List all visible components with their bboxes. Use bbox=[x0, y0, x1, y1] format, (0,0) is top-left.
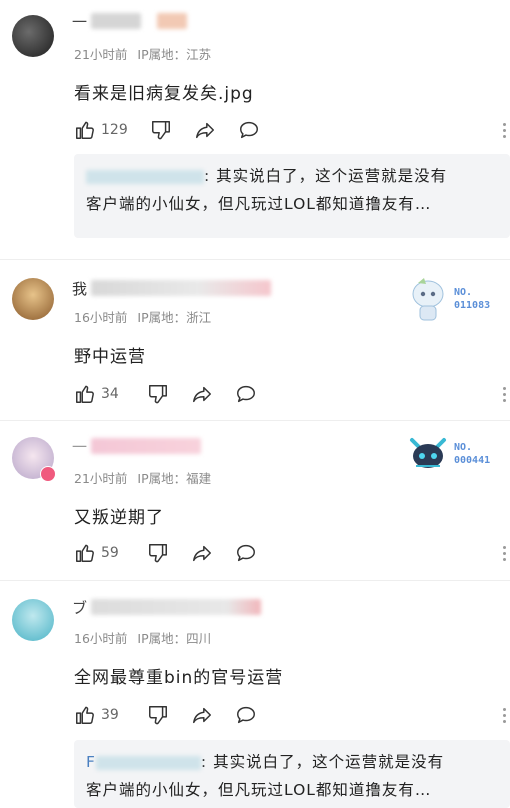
dislike-button[interactable] bbox=[150, 119, 172, 141]
fan-badge[interactable]: NO. 000441 bbox=[406, 434, 490, 474]
comment-meta: 16小时前 IP属地：四川 bbox=[74, 628, 221, 647]
share-icon bbox=[191, 383, 213, 405]
reply-text: : 其实说白了，这个运营就是没有 bbox=[200, 753, 445, 771]
comment-actions: 59 bbox=[74, 541, 279, 565]
comment-time: 21小时前 bbox=[74, 471, 128, 486]
thumbs-down-icon bbox=[147, 542, 169, 564]
like-count: 129 bbox=[101, 122, 128, 138]
comment-text: 看来是旧病复发矣.jpg bbox=[74, 84, 254, 104]
username[interactable]: 一 bbox=[72, 437, 202, 456]
comment-icon bbox=[235, 542, 257, 564]
reply-preview[interactable]: F : 其实说白了，这个运营就是没有 客户端的小仙女，但凡玩过LOL都知道撸友有… bbox=[74, 740, 510, 808]
username-prefix: 我 bbox=[72, 279, 88, 298]
badge-label: NO. bbox=[454, 442, 473, 453]
reply-preview[interactable]: : 其实说白了，这个运营就是没有 客户端的小仙女，但凡玩过LOL都知道撸友有… bbox=[74, 154, 510, 238]
badge-number: 000441 bbox=[454, 455, 491, 466]
ip-location: IP属地：江苏 bbox=[137, 47, 212, 62]
thumbs-up-icon bbox=[74, 542, 96, 564]
like-count: 39 bbox=[101, 707, 119, 723]
comment-text: 又叛逆期了 bbox=[74, 508, 164, 528]
comment-actions: 39 bbox=[74, 703, 279, 727]
dislike-button[interactable] bbox=[147, 383, 169, 405]
like-count: 34 bbox=[101, 386, 119, 402]
avatar[interactable] bbox=[12, 278, 54, 320]
divider bbox=[0, 420, 510, 421]
ip-location: IP属地：浙江 bbox=[137, 310, 212, 325]
thumbs-up-icon bbox=[74, 704, 96, 726]
comment-text: 全网最尊重bin的官号运营 bbox=[74, 668, 284, 688]
dislike-button[interactable] bbox=[147, 542, 169, 564]
reply-author-initial: F bbox=[86, 753, 96, 771]
username[interactable]: ブ bbox=[72, 598, 262, 617]
comment-icon bbox=[235, 704, 257, 726]
more-vertical-icon[interactable] bbox=[503, 123, 507, 141]
fan-badge[interactable]: NO. 011083 bbox=[406, 274, 490, 324]
comment-text: 野中运营 bbox=[74, 347, 146, 367]
mascot-badge-icon bbox=[410, 438, 446, 468]
comment-icon bbox=[235, 383, 257, 405]
thumbs-down-icon bbox=[147, 383, 169, 405]
thumbs-down-icon bbox=[147, 704, 169, 726]
ip-location: IP属地：福建 bbox=[137, 471, 212, 486]
more-vertical-icon[interactable] bbox=[503, 387, 507, 405]
more-vertical-icon[interactable] bbox=[503, 546, 507, 564]
more-vertical-icon[interactable] bbox=[503, 708, 507, 726]
reply-author[interactable]: F bbox=[86, 748, 201, 776]
thumbs-up-icon bbox=[74, 383, 96, 405]
comment-actions: 34 bbox=[74, 382, 279, 406]
reply-text-line2: 客户端的小仙女，但凡玩过LOL都知道撸友有… bbox=[86, 781, 432, 799]
divider bbox=[0, 259, 510, 260]
badge-number: 011083 bbox=[454, 300, 491, 311]
reply-button[interactable] bbox=[235, 383, 257, 405]
username[interactable]: 我 bbox=[72, 279, 272, 298]
thumbs-down-icon bbox=[150, 119, 172, 141]
username[interactable]: 一 bbox=[72, 12, 188, 31]
badge-label: NO. bbox=[454, 287, 473, 298]
mascot-badge-icon bbox=[412, 278, 444, 321]
divider bbox=[0, 580, 510, 581]
reply-author[interactable] bbox=[86, 162, 204, 190]
like-button[interactable]: 39 bbox=[74, 704, 125, 726]
avatar[interactable] bbox=[12, 15, 54, 57]
verified-badge bbox=[40, 466, 56, 482]
dislike-button[interactable] bbox=[147, 704, 169, 726]
like-count: 59 bbox=[101, 545, 119, 561]
share-icon bbox=[191, 704, 213, 726]
comment-time: 16小时前 bbox=[74, 631, 128, 646]
avatar[interactable] bbox=[12, 599, 54, 641]
thumbs-up-icon bbox=[74, 119, 96, 141]
share-button[interactable] bbox=[191, 542, 213, 564]
share-button[interactable] bbox=[194, 119, 216, 141]
comment-meta: 21小时前 IP属地：江苏 bbox=[74, 44, 221, 63]
comment-meta: 21小时前 IP属地：福建 bbox=[74, 468, 221, 487]
like-button[interactable]: 129 bbox=[74, 119, 128, 141]
share-icon bbox=[194, 119, 216, 141]
ip-location: IP属地：四川 bbox=[137, 631, 212, 646]
comment-icon bbox=[238, 119, 260, 141]
reply-text: : 其实说白了，这个运营就是没有 bbox=[204, 167, 448, 185]
share-button[interactable] bbox=[191, 383, 213, 405]
comment-time: 21小时前 bbox=[74, 47, 128, 62]
reply-button[interactable] bbox=[238, 119, 260, 141]
like-button[interactable]: 34 bbox=[74, 383, 125, 405]
comment-meta: 16小时前 IP属地：浙江 bbox=[74, 307, 221, 326]
share-button[interactable] bbox=[191, 704, 213, 726]
like-button[interactable]: 59 bbox=[74, 542, 125, 564]
reply-button[interactable] bbox=[235, 542, 257, 564]
share-icon bbox=[191, 542, 213, 564]
reply-button[interactable] bbox=[235, 704, 257, 726]
comment-time: 16小时前 bbox=[74, 310, 128, 325]
comment-actions: 129 bbox=[74, 118, 282, 142]
reply-text-line2: 客户端的小仙女，但凡玩过LOL都知道撸友有… bbox=[86, 195, 432, 213]
